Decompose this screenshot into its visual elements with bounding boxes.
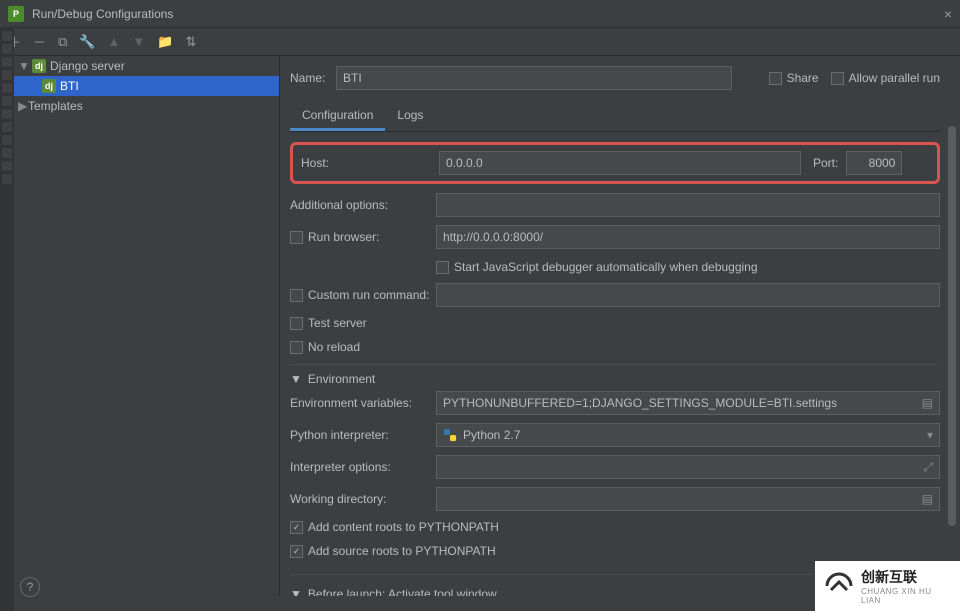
checkbox-icon — [436, 261, 449, 274]
start-js-debugger-checkbox[interactable]: Start JavaScript debugger automatically … — [436, 260, 758, 274]
host-port-row: Host: Port: — [290, 142, 940, 184]
down-icon[interactable]: ▼ — [132, 34, 145, 49]
share-label: Share — [787, 71, 819, 85]
chevron-down-icon: ▼ — [290, 587, 302, 596]
folder-icon[interactable]: ▤ — [922, 492, 933, 506]
name-input[interactable] — [336, 66, 732, 90]
watermark: 创新互联 CHUANG XIN HU LIAN — [815, 561, 960, 611]
working-dir-label: Working directory: — [290, 492, 436, 506]
host-label: Host: — [301, 156, 439, 170]
add-source-roots-checkbox[interactable]: ✓ Add source roots to PYTHONPATH — [290, 544, 496, 558]
port-input[interactable] — [846, 151, 902, 175]
custom-run-cmd-checkbox[interactable]: Custom run command: — [290, 288, 436, 302]
checkbox-checked-icon: ✓ — [290, 521, 303, 534]
py-interp-label: Python interpreter: — [290, 428, 436, 442]
watermark-brand: 创新互联 — [861, 569, 917, 585]
run-browser-label: Run browser: — [308, 230, 379, 244]
config-tree: ▼ dj Django server dj BTI ▶ Templates — [0, 56, 280, 596]
app-logo-icon: P — [8, 6, 24, 22]
tab-logs[interactable]: Logs — [385, 102, 435, 131]
checkbox-icon — [769, 72, 782, 85]
tree-django-server[interactable]: ▼ dj Django server — [0, 56, 279, 76]
chevron-down-icon: ▼ — [290, 372, 302, 386]
copy-icon[interactable]: ⧉ — [58, 34, 67, 50]
py-interp-value: Python 2.7 — [463, 428, 520, 442]
add-content-roots-checkbox[interactable]: ✓ Add content roots to PYTHONPATH — [290, 520, 499, 534]
sort-icon[interactable]: ⇅ — [185, 34, 196, 50]
toolbar: ＋ － ⧉ 🔧 ▲ ▼ 📁 ⇅ — [0, 28, 960, 56]
checkbox-checked-icon: ✓ — [290, 545, 303, 558]
checkbox-icon — [290, 317, 303, 330]
interp-opts-label: Interpreter options: — [290, 460, 436, 474]
browse-icon[interactable]: ▤ — [922, 396, 933, 410]
tree-label: Templates — [28, 99, 83, 113]
tab-configuration[interactable]: Configuration — [290, 102, 385, 131]
django-icon: dj — [32, 59, 46, 73]
add-content-roots-label: Add content roots to PYTHONPATH — [308, 520, 499, 534]
allow-parallel-label: Allow parallel run — [849, 71, 940, 85]
tree-item-bti[interactable]: dj BTI — [0, 76, 279, 96]
working-dir-input[interactable]: ▤ — [436, 487, 940, 511]
expand-icon[interactable]: ⤢ — [923, 460, 933, 475]
title-bar: P Run/Debug Configurations × — [0, 0, 960, 28]
window-title: Run/Debug Configurations — [32, 7, 944, 21]
content-area: Name: Share Allow parallel run Configura… — [280, 56, 960, 596]
close-icon[interactable]: × — [944, 6, 952, 22]
environment-section-header[interactable]: ▼ Environment — [290, 364, 940, 388]
remove-icon[interactable]: － — [33, 32, 46, 51]
wrench-icon[interactable]: 🔧 — [79, 34, 95, 50]
checkbox-icon — [831, 72, 844, 85]
env-vars-value: PYTHONUNBUFFERED=1;DJANGO_SETTINGS_MODUL… — [443, 396, 837, 410]
folder-icon[interactable]: 📁 — [157, 34, 173, 50]
allow-parallel-checkbox[interactable]: Allow parallel run — [831, 71, 940, 85]
help-button[interactable]: ? — [20, 577, 40, 597]
host-input[interactable] — [439, 151, 801, 175]
no-reload-checkbox[interactable]: No reload — [290, 340, 360, 354]
checkbox-icon — [290, 231, 303, 244]
tree-label: BTI — [60, 79, 79, 93]
vertical-scrollbar[interactable] — [948, 126, 956, 596]
chevron-down-icon: ▾ — [927, 428, 933, 442]
no-reload-label: No reload — [308, 340, 360, 354]
run-browser-checkbox[interactable]: Run browser: — [290, 230, 436, 244]
share-checkbox[interactable]: Share — [769, 71, 819, 85]
start-js-debugger-label: Start JavaScript debugger automatically … — [454, 260, 758, 274]
py-interp-select[interactable]: Python 2.7 ▾ — [436, 423, 940, 447]
scrollbar-thumb[interactable] — [948, 126, 956, 526]
name-label: Name: — [290, 71, 336, 85]
run-browser-input[interactable] — [436, 225, 940, 249]
watermark-logo-icon — [823, 570, 855, 602]
additional-options-input[interactable] — [436, 193, 940, 217]
additional-options-label: Additional options: — [290, 198, 436, 212]
custom-run-cmd-input[interactable] — [436, 283, 940, 307]
custom-run-cmd-label: Custom run command: — [308, 288, 429, 302]
up-icon[interactable]: ▲ — [108, 34, 121, 49]
add-source-roots-label: Add source roots to PYTHONPATH — [308, 544, 496, 558]
interp-opts-input[interactable]: ⤢ — [436, 455, 940, 479]
test-server-label: Test server — [308, 316, 367, 330]
env-vars-input[interactable]: PYTHONUNBUFFERED=1;DJANGO_SETTINGS_MODUL… — [436, 391, 940, 415]
tree-templates[interactable]: ▶ Templates — [0, 96, 279, 116]
tree-label: Django server — [50, 59, 125, 73]
env-header-label: Environment — [308, 372, 375, 386]
env-vars-label: Environment variables: — [290, 396, 436, 410]
django-icon: dj — [42, 79, 56, 93]
before-launch-label: Before launch: Activate tool window — [308, 587, 497, 596]
python-icon — [443, 428, 457, 442]
chevron-right-icon: ▶ — [18, 99, 28, 113]
test-server-checkbox[interactable]: Test server — [290, 316, 367, 330]
watermark-sub: CHUANG XIN HU LIAN — [861, 587, 952, 605]
checkbox-icon — [290, 341, 303, 354]
checkbox-icon — [290, 289, 303, 302]
chevron-down-icon: ▼ — [18, 59, 28, 73]
port-label: Port: — [813, 156, 838, 170]
